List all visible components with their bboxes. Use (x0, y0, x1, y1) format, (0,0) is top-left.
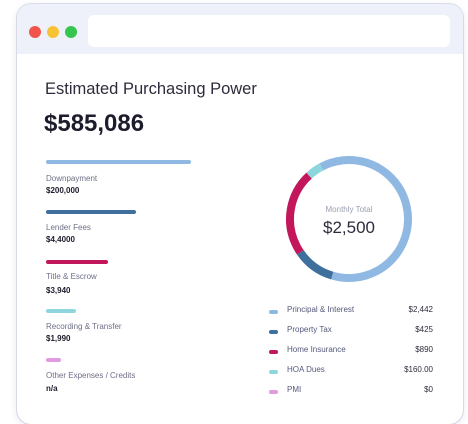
other-expenses-label: Other Expenses / Credits (46, 371, 136, 380)
recording-transfer-value: $1,990 (46, 334, 71, 343)
close-window-button[interactable] (29, 26, 41, 38)
window-titlebar (17, 4, 463, 54)
title-escrow-label: Title & Escrow (46, 272, 97, 281)
purchasing-power-amount: $585,086 (44, 110, 145, 137)
principal-interest-label: Principal & Interest (287, 305, 355, 314)
lender-fees-value: $4,4000 (46, 235, 75, 244)
other-expenses-bar (46, 358, 61, 362)
downpayment-label: Downpayment (46, 174, 98, 183)
hoa-dues-swatch (269, 370, 278, 374)
minimize-window-button[interactable] (47, 26, 59, 38)
hoa-dues-value: $160.00 (404, 365, 433, 374)
monthly-total-label: Monthly Total (325, 205, 373, 214)
downpayment-value: $200,000 (46, 186, 80, 195)
pmi-swatch (269, 390, 278, 394)
home-insurance-label: Home Insurance (287, 345, 346, 354)
hoa-dues-label: HOA Dues (287, 365, 325, 374)
principal-interest-swatch (269, 310, 278, 314)
pmi-label: PMI (287, 385, 302, 394)
recording-transfer-bar (46, 309, 76, 313)
property-tax-value: $425 (415, 325, 433, 334)
home-insurance-swatch (269, 350, 278, 354)
page-title: Estimated Purchasing Power (45, 80, 257, 98)
downpayment-bar (46, 160, 191, 164)
lender-fees-bar (46, 210, 136, 214)
browser-window: Estimated Purchasing Power $585,086 Down… (17, 4, 463, 424)
maximize-window-button[interactable] (65, 26, 77, 38)
property-tax-swatch (269, 330, 278, 334)
pmi-value: $0 (424, 385, 433, 394)
title-escrow-value: $3,940 (46, 286, 71, 295)
lender-fees-label: Lender Fees (46, 223, 91, 232)
principal-interest-value: $2,442 (408, 305, 433, 314)
recording-transfer-label: Recording & Transfer (46, 322, 122, 331)
title-escrow-bar (46, 260, 108, 264)
property-tax-label: Property Tax (287, 325, 332, 334)
other-expenses-value: n/a (46, 384, 58, 393)
address-bar[interactable] (88, 15, 450, 47)
monthly-total-value: $2,500 (323, 218, 375, 237)
home-insurance-value: $890 (415, 345, 433, 354)
